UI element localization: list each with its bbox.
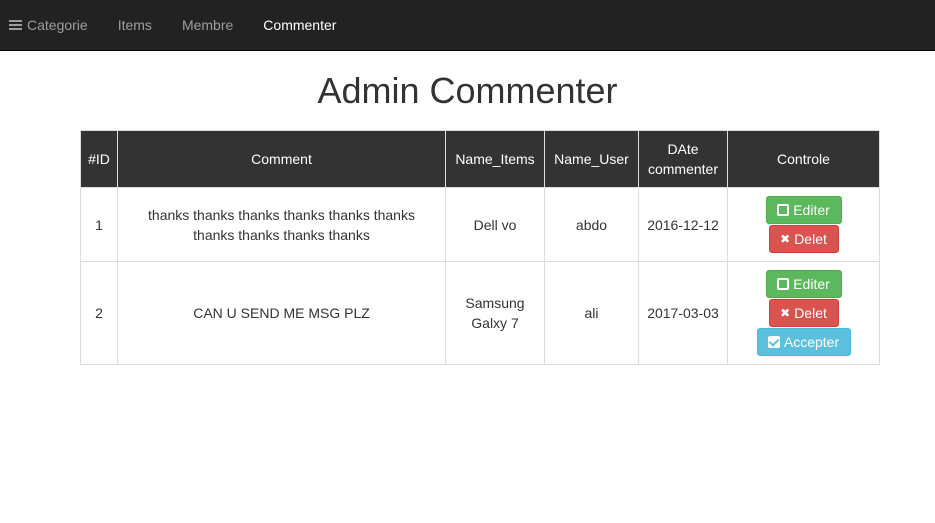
edit-button-label: Editer <box>793 276 830 292</box>
header-date: DAte commenter <box>638 130 728 188</box>
cell-user: ali <box>544 261 639 365</box>
nav-membre-label: Membre <box>181 17 234 33</box>
close-icon: ✖ <box>780 306 791 320</box>
delete-button[interactable]: ✖ Delet <box>768 225 839 253</box>
cell-id: 2 <box>80 261 118 365</box>
cell-item: Dell vo <box>445 187 545 262</box>
close-icon: ✖ <box>780 232 791 246</box>
cell-date: 2017-03-03 <box>638 261 728 365</box>
cell-controls: Editer ✖ Delet <box>727 187 880 262</box>
table-header-row: #ID Comment Name_Items Name_User DAte co… <box>80 130 880 188</box>
header-controle: Controle <box>727 130 880 188</box>
cell-id: 1 <box>80 187 118 262</box>
accept-button-label: Accepter <box>783 334 840 350</box>
cell-date: 2016-12-12 <box>638 187 728 262</box>
table-row: 2 CAN U SEND ME MSG PLZ Samsung Galxy 7 … <box>80 261 880 365</box>
nav-items-label: Items <box>117 17 152 33</box>
page-title: Admin Commenter <box>317 70 618 111</box>
nav-categorie[interactable]: Categorie <box>0 0 103 50</box>
cell-comment: CAN U SEND ME MSG PLZ <box>117 261 446 365</box>
delete-button[interactable]: ✖ Delet <box>768 299 839 327</box>
edit-button-label: Editer <box>793 202 830 218</box>
nav-categorie-label: Categorie <box>27 17 88 33</box>
top-navbar: Categorie Items Membre Commenter <box>0 0 935 51</box>
delete-button-label: Delet <box>794 231 827 247</box>
edit-icon <box>777 204 790 216</box>
cell-user: abdo <box>544 187 639 262</box>
edit-button[interactable]: Editer <box>765 196 842 224</box>
delete-button-label: Delet <box>794 305 827 321</box>
header-name-items: Name_Items <box>445 130 545 188</box>
nav-membre[interactable]: Membre <box>167 0 248 50</box>
cell-comment: thanks thanks thanks thanks thanks thank… <box>117 187 446 262</box>
table-row: 1 thanks thanks thanks thanks thanks tha… <box>80 187 880 262</box>
header-id: #ID <box>80 130 118 188</box>
comments-table-container: #ID Comment Name_Items Name_User DAte co… <box>80 130 880 365</box>
nav-commenter[interactable]: Commenter <box>248 0 351 50</box>
nav-items[interactable]: Items <box>103 0 167 50</box>
check-icon <box>767 336 780 348</box>
edit-button[interactable]: Editer <box>765 270 842 298</box>
header-comment: Comment <box>117 130 446 188</box>
accept-button[interactable]: Accepter <box>756 328 851 356</box>
cell-controls: Editer ✖ Delet Accepter <box>727 261 880 365</box>
bars-icon <box>9 20 22 30</box>
cell-item: Samsung Galxy 7 <box>445 261 545 365</box>
comments-table: #ID Comment Name_Items Name_User DAte co… <box>80 130 880 365</box>
header-name-user: Name_User <box>544 130 639 188</box>
edit-icon <box>777 278 790 290</box>
nav-commenter-label: Commenter <box>263 17 337 33</box>
